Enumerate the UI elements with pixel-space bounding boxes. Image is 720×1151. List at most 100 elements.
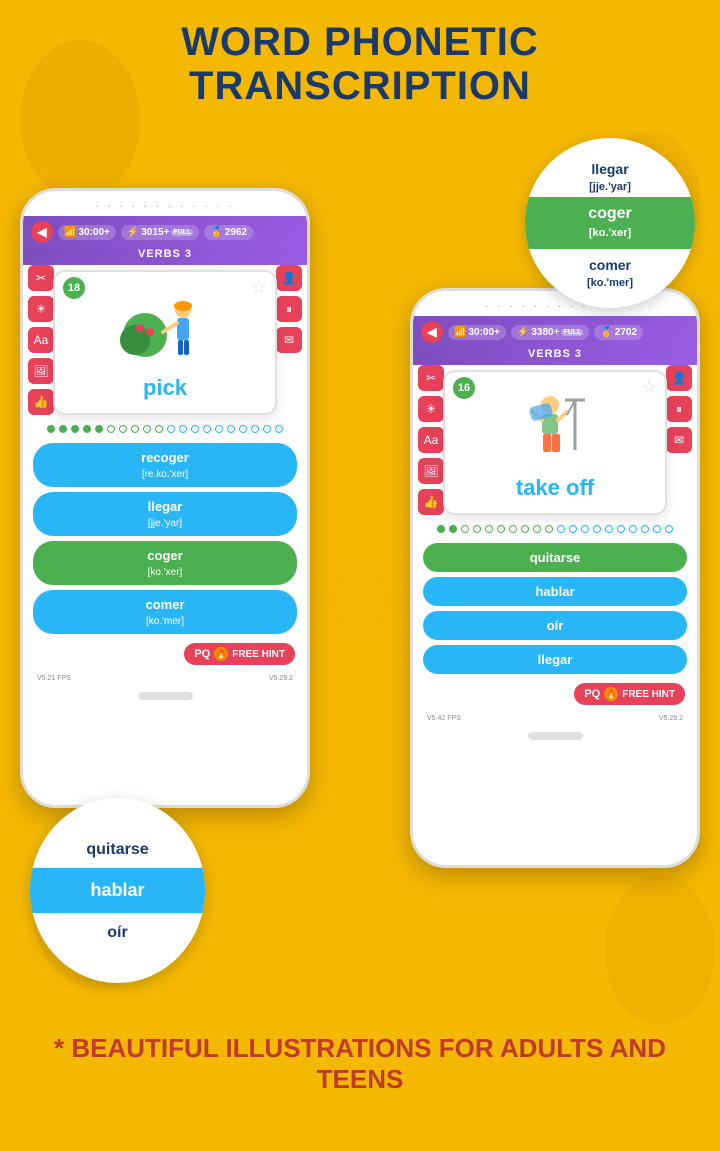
hint-button-left[interactable]: PQ 🔥 FREE HINT [184, 643, 295, 665]
dot [203, 425, 211, 433]
answer-btn-r1[interactable]: quitarse [423, 543, 687, 572]
back-button-right[interactable]: ◀ [421, 321, 443, 343]
circle-callout-right: llegar[jje.'yar] coger[ko.'xer] comer[ko… [525, 138, 695, 308]
home-indicator-left [23, 684, 307, 710]
dot [59, 425, 67, 433]
home-button-right[interactable] [528, 732, 583, 740]
dot-r [665, 525, 673, 533]
circle-left-item-1: quitarse [30, 831, 205, 868]
answer-btn-r3[interactable]: oír [423, 611, 687, 640]
dot-r [509, 525, 517, 533]
side-buttons-right: 👤 ⏸ ✉ [276, 265, 302, 353]
dot-r [461, 525, 469, 533]
btn-mail-r[interactable]: ✉ [666, 427, 692, 453]
card-star-left[interactable]: ☆ [251, 277, 267, 298]
dot-r [569, 525, 577, 533]
dot [251, 425, 259, 433]
card-number-left: 18 [63, 277, 85, 299]
card-star-right[interactable]: ☆ [641, 377, 657, 398]
title-line1: WORD PHONETIC [10, 20, 710, 64]
hint-bar-left: PQ 🔥 FREE HINT [23, 639, 307, 673]
card-number-right: 16 [453, 377, 475, 399]
dot-r [629, 525, 637, 533]
btn-like-r[interactable]: 👍 [418, 489, 444, 515]
stat-points-left: ⚡ 3015+ FULL [121, 225, 199, 240]
hint-icon-right: 🔥 [604, 687, 618, 701]
stat-coins-right: 🏅 2702 [594, 325, 643, 340]
stat-coins-left: 🏅 2962 [204, 225, 253, 240]
dot [131, 425, 139, 433]
hint-button-right[interactable]: PQ 🔥 FREE HINT [574, 683, 685, 705]
stat-points-right: ⚡ 3380+ FULL [511, 325, 589, 340]
circle-callout-left: quitarse hablar oír [30, 798, 205, 983]
btn-brightness-r[interactable]: ☀ [418, 396, 444, 422]
dot [215, 425, 223, 433]
progress-dots-right [413, 520, 697, 538]
dot-r [533, 525, 541, 533]
dot-r [521, 525, 529, 533]
circle-area: quitarse hablar oír [10, 798, 710, 1018]
btn-like[interactable]: 👍 [28, 389, 54, 415]
btn-scissors[interactable]: ✂ [28, 265, 54, 291]
progress-dots-left [23, 420, 307, 438]
btn-image-r[interactable]: 🖼 [418, 458, 444, 484]
circle-left-item-2: hablar [30, 868, 205, 913]
circle-right-item-3: comer[ko.'mer] [525, 249, 695, 293]
fps-version-right: V5.42 FPS V5.29.2 [413, 713, 697, 724]
btn-brightness[interactable]: ☀ [28, 296, 54, 322]
section-title-right: VERBS 3 [413, 348, 697, 365]
answer-buttons-left: recoger[re.ko.'xer] llegar[jje.'yar] cog… [23, 438, 307, 639]
fps-version-left: V5.21 FPS V5.29.2 [23, 673, 307, 684]
side-buttons-left: ✂ ☀ Aa 🖼 👍 [28, 265, 54, 415]
dot [239, 425, 247, 433]
dot [143, 425, 151, 433]
answer-btn-r2[interactable]: hablar [423, 577, 687, 606]
app-header-right: ◀ 📶 30:00+ ⚡ 3380+ FULL 🏅 2702 [413, 316, 697, 348]
dot [47, 425, 55, 433]
answer-btn-r4[interactable]: llegar [423, 645, 687, 674]
btn-pause[interactable]: ⏸ [276, 296, 302, 322]
dot [275, 425, 283, 433]
app-header-left: ◀ 📶 30:00+ ⚡ 3015+ FULL 🏅 2962 [23, 216, 307, 248]
answer-btn-1[interactable]: recoger[re.ko.'xer] [33, 443, 297, 487]
dot [191, 425, 199, 433]
card-image-left [115, 290, 215, 370]
title-line2: TRANSCRIPTION [10, 64, 710, 108]
dot [95, 425, 103, 433]
dot-r [605, 525, 613, 533]
hint-icon-left: 🔥 [214, 647, 228, 661]
btn-image[interactable]: 🖼 [28, 358, 54, 384]
home-button-left[interactable] [138, 692, 193, 700]
stat-wifi-right: 📶 30:00+ [448, 325, 506, 340]
phones-row: llegar[jje.'yar] coger[ko.'xer] comer[ko… [10, 128, 710, 808]
back-button-left[interactable]: ◀ [31, 221, 53, 243]
dot-r [497, 525, 505, 533]
circle-right-item-2: coger[ko.'xer] [525, 197, 695, 249]
bottom-text: * BEAUTIFUL ILLUSTRATIONS FOR ADULTS AND… [10, 1018, 710, 1110]
circle-right-item-1: llegar[jje.'yar] [525, 153, 695, 197]
answer-btn-4[interactable]: comer[ko.'mer] [33, 590, 297, 634]
btn-user-r[interactable]: 👤 [666, 365, 692, 391]
btn-pause-r[interactable]: ⏸ [666, 396, 692, 422]
btn-font[interactable]: Aa [28, 327, 54, 353]
card-image-right [505, 390, 605, 470]
answer-btn-3[interactable]: coger[ko.'xer] [33, 541, 297, 585]
dot [155, 425, 163, 433]
dot [179, 425, 187, 433]
phone-speaker-left: · · · · · · · · · · · · [23, 191, 307, 216]
btn-mail[interactable]: ✉ [276, 327, 302, 353]
dot-r [593, 525, 601, 533]
btn-user[interactable]: 👤 [276, 265, 302, 291]
btn-font-r[interactable]: Aa [418, 427, 444, 453]
dot [263, 425, 271, 433]
phone-left: · · · · · · · · · · · · ◀ 📶 30:00+ ⚡ 301… [20, 188, 310, 808]
dot-r [557, 525, 565, 533]
answer-btn-2[interactable]: llegar[jje.'yar] [33, 492, 297, 536]
phone-right: · · · · · · · · · · · · ◀ 📶 30:00+ ⚡ 338… [410, 288, 700, 868]
dot [227, 425, 235, 433]
dot-r [485, 525, 493, 533]
btn-scissors-r[interactable]: ✂ [418, 365, 444, 391]
dot-r [641, 525, 649, 533]
dot-r [473, 525, 481, 533]
dot [83, 425, 91, 433]
